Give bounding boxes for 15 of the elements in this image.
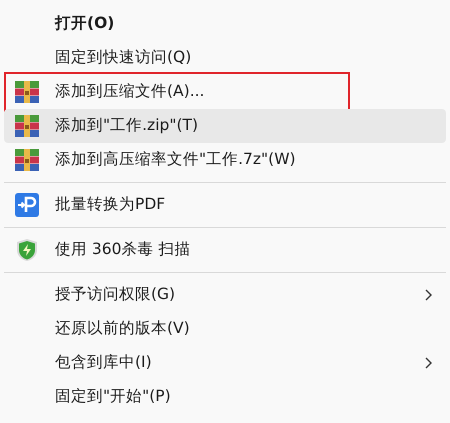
pdf-convert-icon bbox=[14, 193, 38, 217]
archive-icon bbox=[14, 81, 38, 103]
shield-icon bbox=[16, 238, 38, 262]
menu-item[interactable]: 授予访问权限(G) bbox=[4, 278, 446, 312]
menu-item[interactable]: 使用 360杀毒 扫描 bbox=[4, 233, 446, 267]
menu-item[interactable]: 固定到快速访问(Q) bbox=[4, 41, 446, 75]
menu-item[interactable]: 包含到库中(I) bbox=[4, 346, 446, 380]
menu-item[interactable]: 还原以前的版本(V) bbox=[4, 312, 446, 346]
menu-item[interactable]: 添加到高压缩率文件"工作.7z"(W) bbox=[4, 143, 446, 177]
menu-item[interactable]: 批量转换为PDF bbox=[4, 188, 446, 222]
menu-item[interactable]: 固定到"开始"(P) bbox=[4, 380, 446, 414]
archive-icon bbox=[14, 149, 38, 171]
archive-icon bbox=[14, 115, 38, 137]
menu-item[interactable]: 添加到"工作.zip"(T) bbox=[4, 109, 446, 143]
menu-item[interactable]: 打开(O) bbox=[4, 7, 446, 41]
